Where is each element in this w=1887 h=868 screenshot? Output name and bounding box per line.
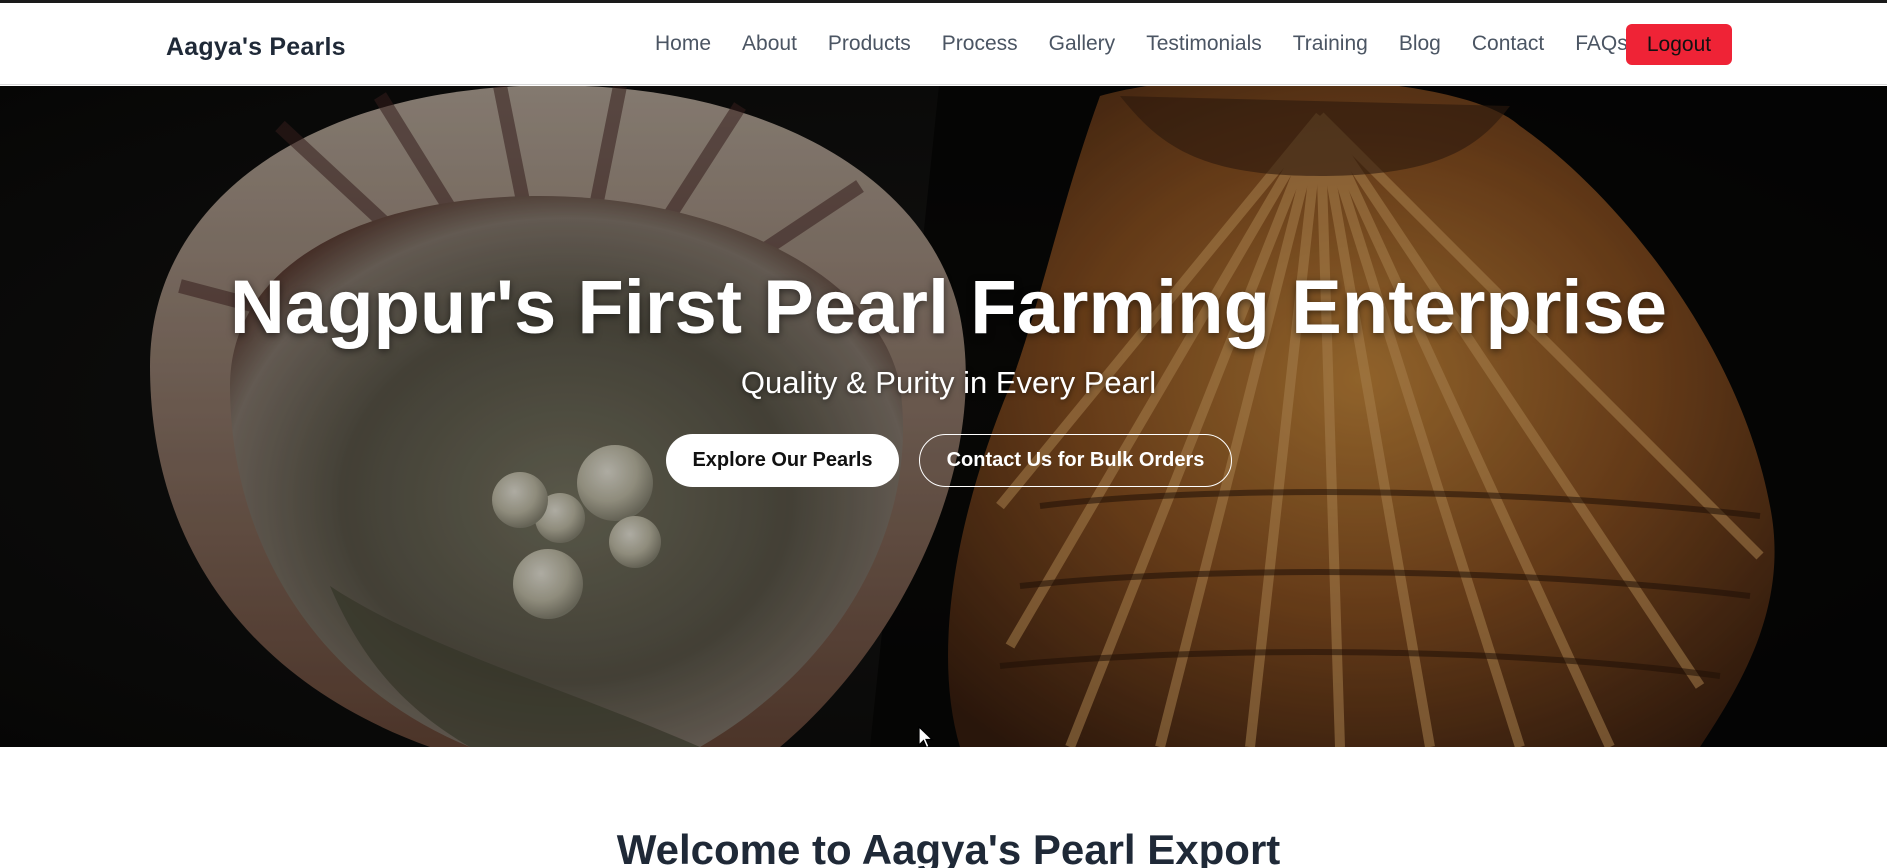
hero-title: Nagpur's First Pearl Farming Enterprise: [229, 265, 1668, 350]
nav-link-faqs[interactable]: FAQs: [1575, 32, 1628, 56]
logout-button[interactable]: Logout: [1626, 24, 1732, 65]
brand-logo[interactable]: Aagya's Pearls: [166, 33, 346, 62]
welcome-heading: Welcome to Aagya's Pearl Export: [616, 826, 1281, 868]
nav-link-blog[interactable]: Blog: [1399, 32, 1441, 56]
navbar: Aagya's Pearls Home About Products Proce…: [0, 3, 1887, 85]
nav-link-about[interactable]: About: [742, 32, 797, 56]
nav-links: Home About Products Process Gallery Test…: [655, 29, 1659, 59]
nav-link-contact[interactable]: Contact: [1472, 32, 1544, 56]
nav-link-gallery[interactable]: Gallery: [1049, 32, 1116, 56]
nav-link-products[interactable]: Products: [828, 32, 911, 56]
hero-overlay: [0, 86, 1887, 747]
nav-link-testimonials[interactable]: Testimonials: [1146, 32, 1262, 56]
mouse-cursor-icon: [918, 726, 934, 747]
hero-section: Nagpur's First Pearl Farming Enterprise …: [0, 86, 1887, 747]
nav-link-process[interactable]: Process: [942, 32, 1018, 56]
nav-link-training[interactable]: Training: [1293, 32, 1368, 56]
nav-link-home[interactable]: Home: [655, 32, 711, 56]
hero-subtitle: Quality & Purity in Every Pearl: [740, 365, 1157, 400]
explore-pearls-button[interactable]: Explore Our Pearls: [666, 434, 899, 487]
contact-bulk-orders-button[interactable]: Contact Us for Bulk Orders: [919, 434, 1232, 487]
